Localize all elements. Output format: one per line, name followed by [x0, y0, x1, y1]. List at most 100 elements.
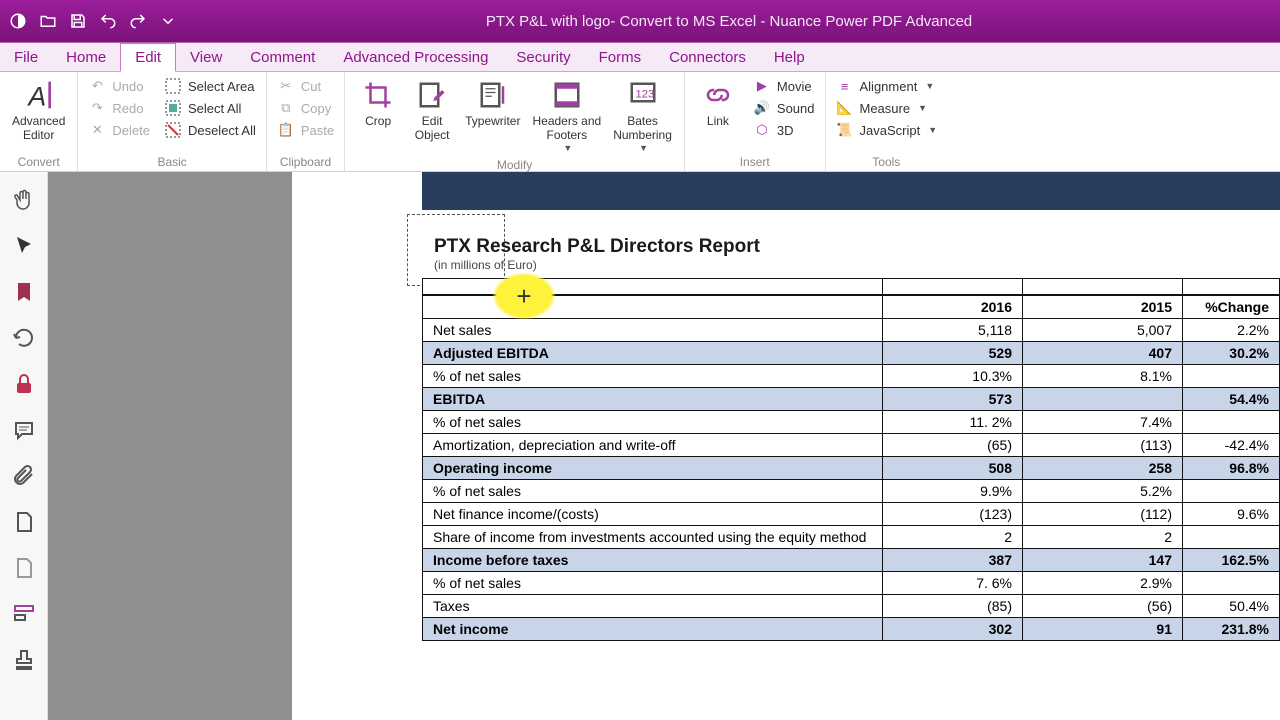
form-fields-icon[interactable] [10, 600, 38, 628]
group-label: Insert [691, 153, 819, 171]
movie-button[interactable]: ▶Movie [749, 76, 819, 96]
table-row: Adjusted EBITDA52940730.2% [423, 341, 1280, 364]
select-area-icon [164, 77, 182, 95]
bookmark-icon[interactable] [10, 278, 38, 306]
bates-icon: 123 [626, 78, 660, 112]
alignment-button[interactable]: ≡Alignment▼ [832, 76, 942, 96]
report-table: 2016 2015 %Change Net sales5,1185,0072.2… [422, 278, 1280, 641]
javascript-button[interactable]: 📜JavaScript▼ [832, 120, 942, 140]
attachment-icon[interactable] [10, 462, 38, 490]
page-blank-icon[interactable] [10, 554, 38, 582]
select-all-icon [164, 99, 182, 117]
chevron-down-icon: ▼ [928, 125, 937, 135]
menu-file[interactable]: File [0, 43, 52, 71]
table-row: % of net sales9.9%5.2% [423, 479, 1280, 502]
delete-button[interactable]: ✕Delete [84, 120, 154, 140]
advanced-editor-button[interactable]: A Advanced Editor [6, 76, 71, 145]
redo-icon[interactable] [128, 11, 148, 31]
thumbnail-panel[interactable] [48, 172, 292, 720]
sound-button[interactable]: 🔊Sound [749, 98, 819, 118]
measure-button[interactable]: 📐Measure▼ [832, 98, 942, 118]
col-2015: 2015 [1023, 295, 1183, 319]
cell-2016: (85) [883, 594, 1023, 617]
menu-view[interactable]: View [176, 43, 236, 71]
copy-button[interactable]: ⧉Copy [273, 98, 338, 118]
alignment-icon: ≡ [836, 77, 854, 95]
bates-numbering-button[interactable]: 123Bates Numbering▼ [607, 76, 678, 156]
3d-button[interactable]: ⬡3D [749, 120, 819, 140]
open-icon[interactable] [38, 11, 58, 31]
select-area-button[interactable]: Select Area [160, 76, 260, 96]
ribbon-group-modify: Crop Edit Object Typewriter Headers and … [345, 72, 685, 171]
table-row: EBITDA57354.4% [423, 387, 1280, 410]
edit-object-button[interactable]: Edit Object [405, 76, 459, 145]
menu-advanced-processing[interactable]: Advanced Processing [329, 43, 502, 71]
menu-security[interactable]: Security [502, 43, 584, 71]
label: Advanced Editor [12, 114, 65, 143]
comments-icon[interactable] [10, 416, 38, 444]
group-label: Basic [84, 153, 260, 171]
typewriter-icon [476, 78, 510, 112]
document-area[interactable]: PTX Research P&L Directors Report (in mi… [48, 172, 1280, 720]
svg-text:A: A [26, 82, 46, 111]
arrow-tool-icon[interactable] [10, 232, 38, 260]
undo-button[interactable]: ↶Undo [84, 76, 154, 96]
sound-icon: 🔊 [753, 99, 771, 117]
cell-change [1183, 410, 1280, 433]
clipboard-icon: 📋 [277, 121, 295, 139]
redo-button[interactable]: ↷Redo [84, 98, 154, 118]
table-row: % of net sales7. 6%2.9% [423, 571, 1280, 594]
stamp-icon[interactable] [10, 646, 38, 674]
qat-dropdown-icon[interactable] [158, 11, 178, 31]
cell-2016: 9.9% [883, 479, 1023, 502]
ribbon-group-clipboard: ✂Cut ⧉Copy 📋Paste Clipboard [267, 72, 345, 171]
document-page[interactable]: PTX Research P&L Directors Report (in mi… [292, 172, 1280, 720]
menu-comment[interactable]: Comment [236, 43, 329, 71]
cut-button[interactable]: ✂Cut [273, 76, 338, 96]
cell-2015: (113) [1023, 433, 1183, 456]
link-button[interactable]: Link [691, 76, 745, 130]
delete-icon: ✕ [88, 121, 106, 139]
cell-2015: 2 [1023, 525, 1183, 548]
cell-label: Net income [423, 617, 883, 640]
cell-2016: (65) [883, 433, 1023, 456]
paste-button[interactable]: 📋Paste [273, 120, 338, 140]
app-icon[interactable] [8, 11, 28, 31]
menu-forms[interactable]: Forms [585, 43, 656, 71]
page-icon[interactable] [10, 508, 38, 536]
movie-icon: ▶ [753, 77, 771, 95]
table-row: Operating income50825896.8% [423, 456, 1280, 479]
cell-label: Net finance income/(costs) [423, 502, 883, 525]
page-header-banner [422, 172, 1280, 210]
hand-tool-icon[interactable] [10, 186, 38, 214]
cell-2016: (123) [883, 502, 1023, 525]
cell-change [1183, 479, 1280, 502]
cell-change: 50.4% [1183, 594, 1280, 617]
cell-2016: 11. 2% [883, 410, 1023, 433]
cell-change [1183, 525, 1280, 548]
menu-home[interactable]: Home [52, 43, 120, 71]
headers-footers-button[interactable]: Headers and Footers▼ [526, 76, 607, 156]
typewriter-button[interactable]: Typewriter [459, 76, 526, 130]
cell-2016: 5,118 [883, 318, 1023, 341]
deselect-all-button[interactable]: Deselect All [160, 120, 260, 140]
cell-label: % of net sales [423, 571, 883, 594]
col-label [423, 295, 883, 319]
cell-2015: 91 [1023, 617, 1183, 640]
save-icon[interactable] [68, 11, 88, 31]
menu-help[interactable]: Help [760, 43, 819, 71]
crop-button[interactable]: Crop [351, 76, 405, 130]
refresh-icon[interactable] [10, 324, 38, 352]
table-row: Net sales5,1185,0072.2% [423, 318, 1280, 341]
table-row: Amortization, depreciation and write-off… [423, 433, 1280, 456]
cell-2015 [1023, 387, 1183, 410]
menu-edit[interactable]: Edit [120, 43, 176, 72]
undo-icon[interactable] [98, 11, 118, 31]
edit-object-icon [415, 78, 449, 112]
lock-icon[interactable] [10, 370, 38, 398]
select-all-button[interactable]: Select All [160, 98, 260, 118]
menu-connectors[interactable]: Connectors [655, 43, 760, 71]
cell-change: 231.8% [1183, 617, 1280, 640]
cube-icon: ⬡ [753, 121, 771, 139]
cell-change: 54.4% [1183, 387, 1280, 410]
